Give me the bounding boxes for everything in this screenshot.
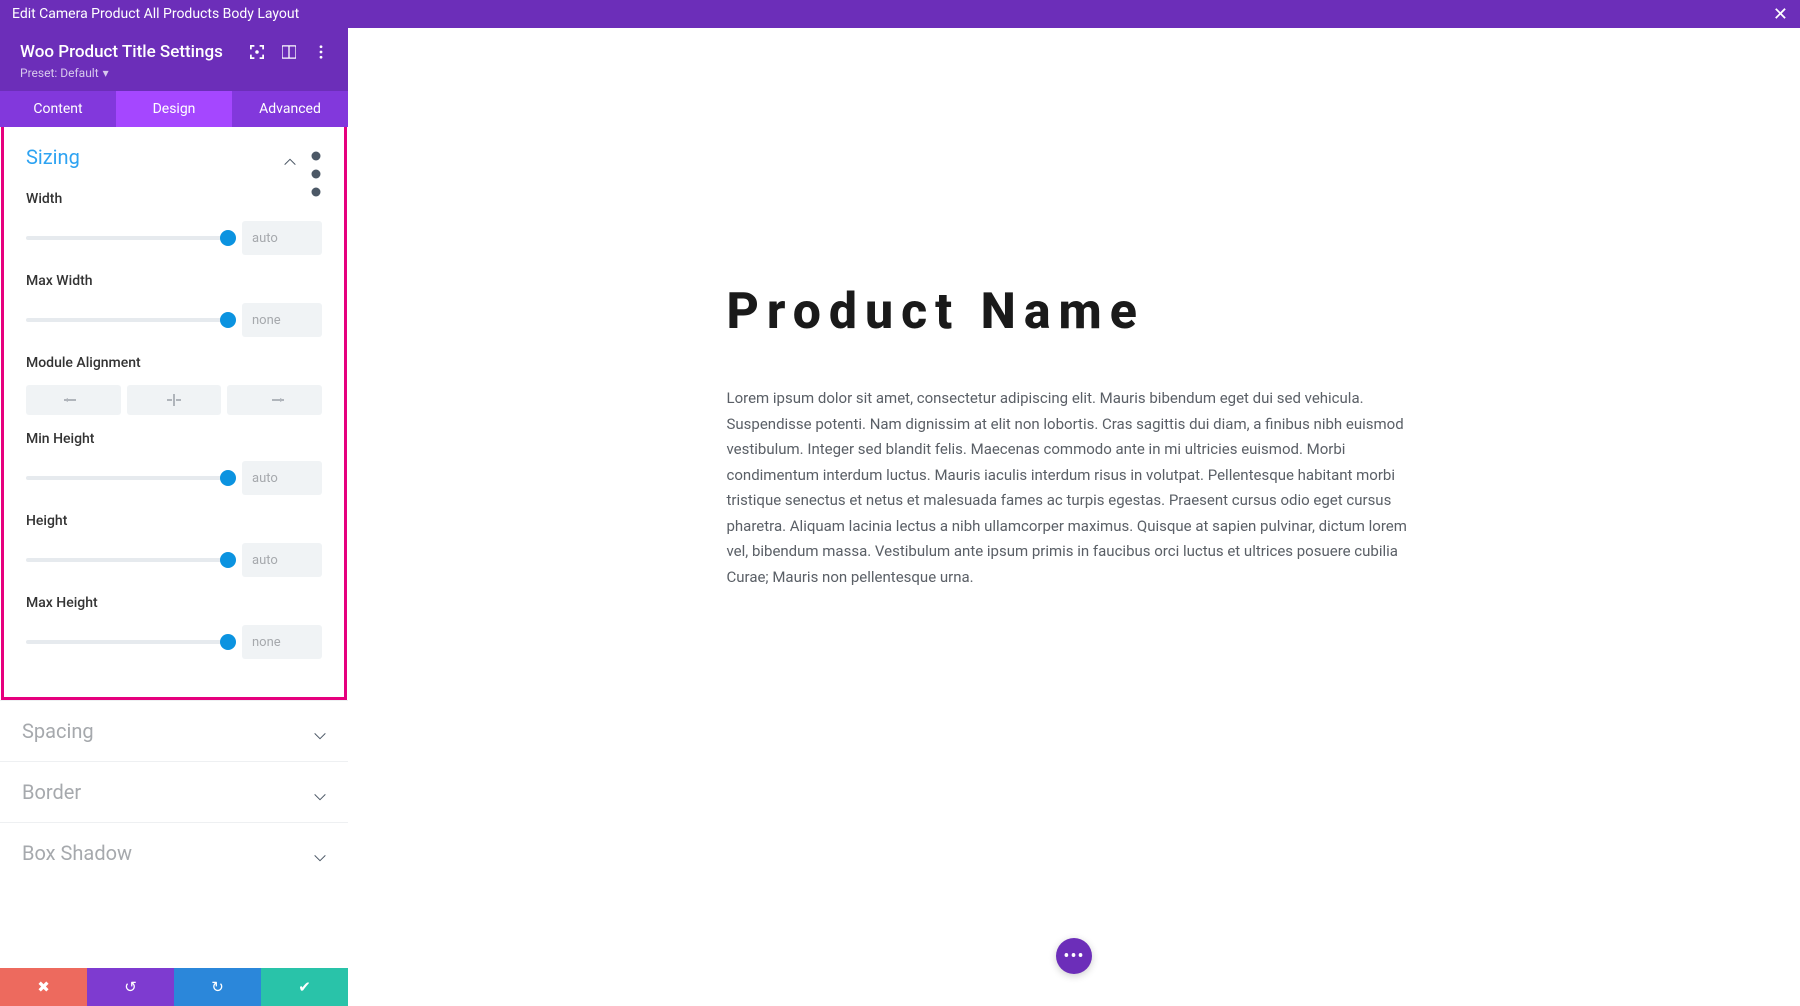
min-height-value[interactable]: auto [242,461,322,495]
width-slider-thumb[interactable] [220,230,236,246]
cancel-button[interactable]: ✖ [0,968,87,1006]
tab-bar: Content Design Advanced [0,91,348,127]
max-height-value[interactable]: none [242,625,322,659]
floating-action-button[interactable]: ••• [1056,938,1092,974]
chevron-down-icon: ▾ [103,66,109,80]
max-height-label: Max Height [26,595,322,611]
max-width-slider-thumb[interactable] [220,312,236,328]
close-icon[interactable]: ✕ [1773,4,1788,25]
redo-button[interactable]: ↻ [174,968,261,1006]
undo-button[interactable]: ↺ [87,968,174,1006]
height-slider-thumb[interactable] [220,552,236,568]
sizing-panel: Sizing Width auto Max Width [1,127,347,700]
height-slider[interactable] [26,558,228,562]
section-spacing-header[interactable]: Spacing [0,701,348,761]
height-field: Height auto [4,513,344,577]
module-title: Woo Product Title Settings [20,42,223,62]
top-bar: Edit Camera Product All Products Body La… [0,0,1800,28]
section-box-shadow-title: Box Shadow [22,841,132,865]
preset-dropdown[interactable]: Preset: Default ▾ [20,66,109,80]
preview-area: Product Name Lorem ipsum dolor sit amet,… [348,28,1800,1006]
max-height-slider-thumb[interactable] [220,634,236,650]
max-height-field: Max Height none [4,595,344,659]
product-description: Lorem ipsum dolor sit amet, consectetur … [727,386,1422,590]
section-box-shadow-header[interactable]: Box Shadow [0,823,348,883]
min-height-field: Min Height auto [4,431,344,495]
max-width-field: Max Width none [4,273,344,337]
breadcrumb: Edit Camera Product All Products Body La… [12,6,299,22]
sidebar-header: Woo Product Title Settings Preset: Defau… [0,28,348,91]
width-value[interactable]: auto [242,221,322,255]
alignment-field: Module Alignment [4,355,344,371]
section-more-icon[interactable] [310,150,322,164]
section-border-title: Border [22,780,81,804]
chevron-up-icon [284,151,296,163]
tab-content[interactable]: Content [0,91,116,127]
more-icon[interactable] [314,45,328,59]
align-right-button[interactable] [227,385,322,415]
width-field: Width auto [4,191,344,255]
dots-icon: ••• [1063,946,1084,967]
tab-design[interactable]: Design [116,91,232,127]
sidebar-footer: ✖ ↺ ↻ ✔ [0,968,348,1006]
chevron-down-icon [314,847,326,859]
focus-icon[interactable] [250,45,264,59]
max-width-value[interactable]: none [242,303,322,337]
width-label: Width [26,191,322,207]
min-height-slider-thumb[interactable] [220,470,236,486]
align-center-button[interactable] [127,385,222,415]
chevron-down-icon [314,786,326,798]
max-height-slider[interactable] [26,640,228,644]
width-slider[interactable] [26,236,228,240]
save-button[interactable]: ✔ [261,968,348,1006]
min-height-slider[interactable] [26,476,228,480]
section-sizing-header[interactable]: Sizing [4,127,344,187]
product-title: Product Name [727,283,1422,341]
height-value[interactable]: auto [242,543,322,577]
section-sizing-title: Sizing [26,145,80,169]
height-label: Height [26,513,322,529]
settings-panel: Sizing Width auto Max Width [0,127,348,1006]
max-width-label: Max Width [26,273,322,289]
max-width-slider[interactable] [26,318,228,322]
alignment-label: Module Alignment [26,355,322,371]
section-spacing-title: Spacing [22,719,94,743]
section-border-header[interactable]: Border [0,762,348,822]
split-view-icon[interactable] [282,45,296,59]
align-left-button[interactable] [26,385,121,415]
tab-advanced[interactable]: Advanced [232,91,348,127]
min-height-label: Min Height [26,431,322,447]
settings-sidebar: Woo Product Title Settings Preset: Defau… [0,28,348,1006]
chevron-down-icon [314,725,326,737]
